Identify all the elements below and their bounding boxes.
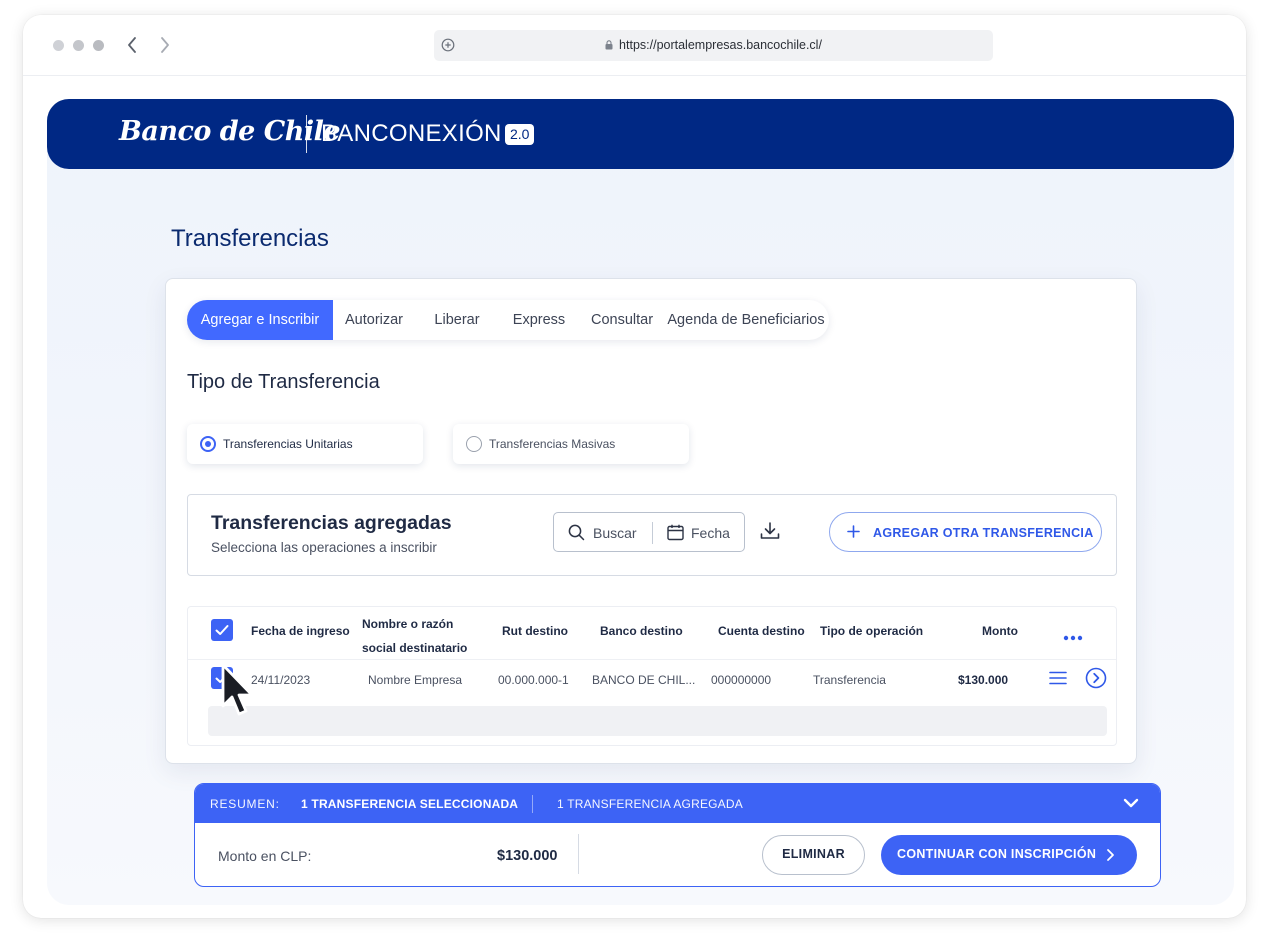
continue-registration-label: CONTINUAR CON INSCRIPCIÓN [897,847,1097,861]
summary-label: RESUMEN: [210,797,280,811]
summary-added-count: 1 TRANSFERENCIA AGREGADA [557,797,743,811]
added-transfers-panel: Transferencias agregadas Selecciona las … [187,494,1117,576]
plus-icon [847,525,860,543]
radio-transferencias-unitarias[interactable]: Transferencias Unitarias [187,424,423,464]
mouse-pointer-icon [219,662,259,725]
back-arrow-icon[interactable] [122,35,142,55]
window-minimize-dot[interactable] [73,40,84,51]
column-header-tipo[interactable]: Tipo de operación [820,624,923,638]
row-cuenta: 000000000 [711,673,772,687]
version-badge: 2.0 [505,124,535,145]
column-header-rut[interactable]: Rut destino [502,624,568,638]
row-tipo: Transferencia [813,673,886,687]
app-container: Banco de Chile BANCONEXIÓN 2.0 Transfere… [47,99,1234,905]
column-header-monto[interactable]: Monto [982,624,1018,638]
filter-divider [652,522,653,544]
radio-transferencias-masivas[interactable]: Transferencias Masivas [453,424,689,464]
summary-panel: RESUMEN: 1 TRANSFERENCIA SELECCIONADA 1 … [194,783,1161,887]
url-bar[interactable]: https://portalempresas.bancochile.cl/ [434,30,993,61]
browser-window: https://portalempresas.bancochile.cl/ Ba… [23,15,1246,918]
column-header-nombre-line1: Nombre o razón [362,617,454,631]
row-rut: 00.000.000-1 [498,673,569,687]
header-row-divider [188,659,1116,660]
summary-header[interactable]: RESUMEN: 1 TRANSFERENCIA SELECCIONADA 1 … [195,784,1160,823]
search-input[interactable]: Buscar [593,525,637,541]
amount-divider [578,834,579,874]
column-header-cuenta[interactable]: Cuenta destino [718,624,805,638]
amount-label: Monto en CLP: [218,848,312,864]
row-banco: BANCO DE CHIL... [592,673,696,687]
row-detail-chevron-icon[interactable] [1085,667,1107,694]
transfer-card: Agregar e Inscribir Autorizar Liberar Ex… [165,278,1137,764]
window-maximize-dot[interactable] [93,40,104,51]
delete-button[interactable]: ELIMINAR [762,835,865,875]
column-header-nombre[interactable]: Nombre o razón social destinatario [362,612,467,660]
summary-divider [532,795,533,813]
column-header-nombre-line2: social destinatario [362,641,468,655]
added-transfers-title: Transferencias agregadas [211,512,452,534]
transfers-table: Fecha de ingreso Nombre o razón social d… [187,606,1117,746]
amount-value: $130.000 [497,848,558,864]
chevron-right-icon [1106,848,1115,865]
tab-express[interactable]: Express [503,300,575,340]
row-nombre: Nombre Empresa [368,673,463,687]
tab-autorizar[interactable]: Autorizar [333,300,415,340]
app-header: Banco de Chile BANCONEXIÓN 2.0 [47,99,1234,169]
download-icon[interactable] [760,522,780,545]
select-all-checkbox[interactable] [211,619,233,641]
search-icon[interactable] [568,524,585,546]
column-header-fecha[interactable]: Fecha de ingreso [251,624,350,638]
added-transfers-subtitle: Selecciona las operaciones a inscribir [211,540,437,555]
radio-label: Transferencias Masivas [489,437,616,451]
summary-selected-count: 1 TRANSFERENCIA SELECCIONADA [301,797,519,811]
add-another-transfer-label: AGREGAR OTRA TRANSFERENCIA [873,526,1094,540]
transfer-type-title: Tipo de Transferencia [187,371,380,393]
radio-button[interactable] [466,436,482,452]
row-menu-icon[interactable] [1049,671,1067,690]
header-divider [306,115,307,153]
tab-agregar-e-inscribir[interactable]: Agregar e Inscribir [187,300,333,340]
window-close-dot[interactable] [53,40,64,51]
forward-arrow-icon[interactable] [155,35,175,55]
lock-icon [605,39,613,53]
tab-agenda-de-beneficiarios[interactable]: Agenda de Beneficiarios [667,300,825,340]
tab-bar: Agregar e Inscribir Autorizar Liberar Ex… [187,300,829,340]
date-filter-input[interactable]: Fecha [691,525,730,541]
browser-toolbar: https://portalempresas.bancochile.cl/ [23,15,1246,76]
url-text: https://portalempresas.bancochile.cl/ [619,38,822,52]
page-title: Transferencias [171,225,329,252]
radio-label: Transferencias Unitarias [223,437,353,451]
tab-consultar[interactable]: Consultar [585,300,659,340]
brand-name: BANCONEXIÓN [321,120,502,147]
add-another-transfer-button[interactable]: AGREGAR OTRA TRANSFERENCIA [829,512,1102,552]
tab-liberar[interactable]: Liberar [419,300,495,340]
column-header-banco[interactable]: Banco destino [600,624,683,638]
search-date-filter: Buscar Fecha [553,512,745,552]
more-options-icon[interactable] [1063,628,1083,646]
calendar-icon[interactable] [667,524,684,546]
row-fecha: 24/11/2023 [251,673,311,687]
radio-button-selected[interactable] [200,436,216,452]
empty-row-placeholder [208,706,1107,736]
row-monto: $130.000 [958,673,1009,687]
chevron-down-icon[interactable] [1123,796,1139,814]
continue-registration-button[interactable]: CONTINUAR CON INSCRIPCIÓN [881,835,1137,875]
